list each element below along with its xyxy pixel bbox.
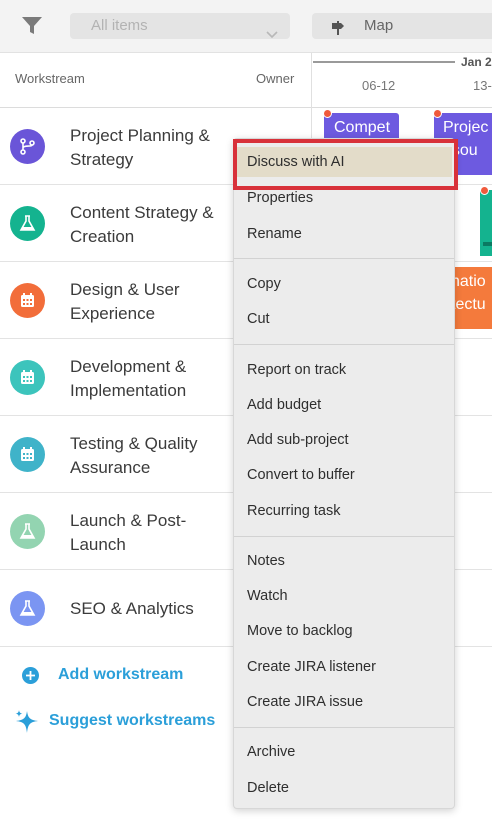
status-dot bbox=[433, 109, 442, 118]
flask-icon bbox=[10, 514, 45, 549]
top-toolbar: All items Map bbox=[0, 0, 492, 53]
menu-separator bbox=[234, 258, 454, 259]
map-view-button[interactable]: Map bbox=[312, 13, 492, 39]
menu-item-cut[interactable]: Cut bbox=[234, 304, 454, 334]
menu-item-copy[interactable]: Copy bbox=[234, 269, 454, 299]
menu-item-create-jira-listener[interactable]: Create JIRA listener bbox=[234, 652, 454, 682]
timeline-bar-label: tectu bbox=[451, 296, 486, 313]
timeline-bar-label: Projec bbox=[443, 119, 489, 136]
menu-item-archive[interactable]: Archive bbox=[234, 737, 454, 767]
workstream-name: Design & User Experience bbox=[70, 280, 180, 323]
timeline-month-line bbox=[313, 61, 455, 63]
workstream-name: SEO & Analytics bbox=[70, 599, 194, 618]
timeline-month-label: Jan 2 bbox=[461, 55, 492, 69]
context-menu: Discuss with AI Properties Rename Copy C… bbox=[233, 138, 455, 809]
timeline-bar-label: Compet bbox=[334, 119, 391, 136]
owner-column-header: Owner bbox=[256, 71, 295, 86]
timeline-bar[interactable] bbox=[480, 190, 492, 256]
workstream-column-header: Workstream bbox=[15, 71, 85, 86]
suggest-workstreams-label: Suggest workstreams bbox=[49, 712, 216, 729]
menu-separator bbox=[234, 727, 454, 728]
menu-item-watch[interactable]: Watch bbox=[234, 581, 454, 611]
calendar-icon bbox=[10, 437, 45, 472]
highlight-ring bbox=[233, 139, 458, 190]
status-dot bbox=[323, 109, 332, 118]
menu-item-recurring-task[interactable]: Recurring task bbox=[234, 496, 454, 526]
menu-item-delete[interactable]: Delete bbox=[234, 773, 454, 803]
branch-icon bbox=[10, 129, 45, 164]
calendar-icon bbox=[10, 283, 45, 318]
progress-fill bbox=[483, 242, 492, 246]
menu-item-create-jira-issue[interactable]: Create JIRA issue bbox=[234, 687, 454, 717]
menu-separator bbox=[234, 344, 454, 345]
workstream-name: Project Planning & Strategy bbox=[70, 126, 210, 169]
timeline-date-label: 13- bbox=[473, 78, 492, 93]
workstream-name: Content Strategy & Creation bbox=[70, 203, 214, 246]
menu-item-add-sub-project[interactable]: Add sub-project bbox=[234, 425, 454, 455]
all-items-dropdown[interactable]: All items bbox=[70, 13, 290, 39]
menu-item-report-on-track[interactable]: Report on track bbox=[234, 355, 454, 385]
add-workstream-label: Add workstream bbox=[58, 666, 184, 683]
map-label: Map bbox=[364, 17, 394, 34]
chevron-down-icon bbox=[266, 22, 278, 48]
calendar-icon bbox=[10, 360, 45, 395]
menu-separator bbox=[234, 536, 454, 537]
timeline-bar-label: natio bbox=[451, 273, 486, 290]
sparkle-icon bbox=[14, 709, 41, 740]
flask-icon bbox=[10, 206, 45, 241]
status-dot bbox=[480, 186, 489, 195]
filter-icon[interactable] bbox=[20, 15, 44, 37]
signpost-icon bbox=[330, 19, 346, 45]
workstream-name: Launch & Post-Launch bbox=[70, 511, 187, 554]
menu-item-notes[interactable]: Notes bbox=[234, 546, 454, 576]
all-items-placeholder: All items bbox=[91, 17, 148, 34]
workstream-name: Testing & Quality Assurance bbox=[70, 434, 198, 477]
workstream-name: Development & Implementation bbox=[70, 357, 187, 400]
menu-item-move-to-backlog[interactable]: Move to backlog bbox=[234, 616, 454, 646]
plus-icon bbox=[22, 667, 39, 684]
timeline-date-label: 06-12 bbox=[362, 78, 396, 93]
flask-icon bbox=[10, 591, 45, 626]
menu-item-add-budget[interactable]: Add budget bbox=[234, 390, 454, 420]
menu-item-convert-to-buffer[interactable]: Convert to buffer bbox=[234, 460, 454, 490]
menu-item-rename[interactable]: Rename bbox=[234, 219, 454, 249]
